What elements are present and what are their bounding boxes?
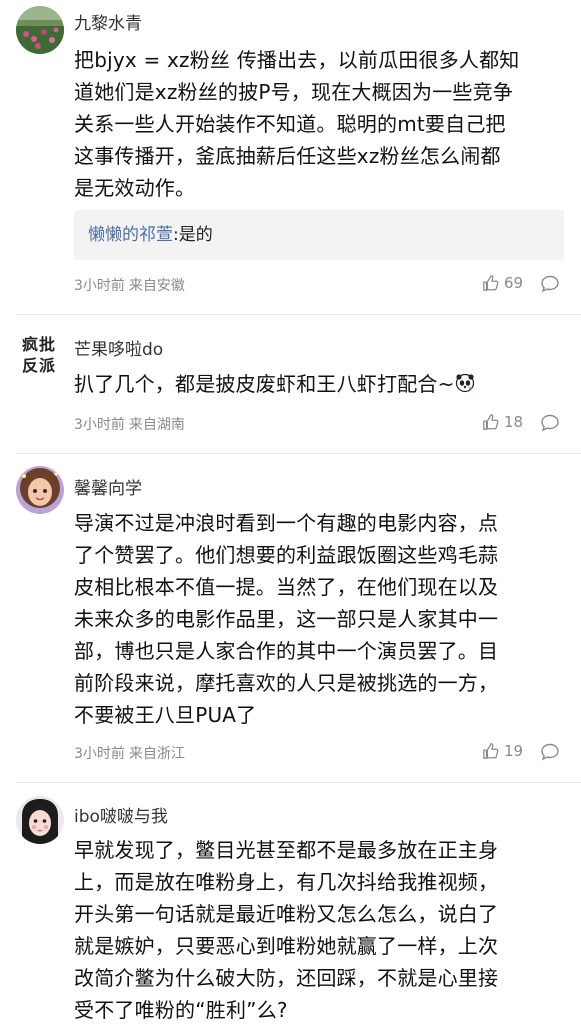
comment-bubble-icon[interactable] — [540, 274, 560, 294]
like-button[interactable]: 19 — [482, 742, 523, 760]
divider — [16, 314, 581, 315]
like-button[interactable]: 69 — [482, 274, 523, 292]
timestamp: 3小时前 — [74, 278, 125, 294]
reply-preview[interactable]: 懒懒的祁萱:是的 — [74, 210, 564, 260]
avatar-image — [16, 6, 64, 54]
username[interactable]: 芒果哆啦do — [74, 335, 163, 360]
comment-text: 把bjyx = xz粉丝 传播出去，以前瓜田很多人都知 道她们是xz粉丝的披P号… — [74, 48, 520, 200]
reply-author[interactable]: 懒懒的祁萱 — [88, 225, 173, 245]
location: 来自浙江 — [128, 746, 185, 762]
comment-bubble-icon[interactable] — [540, 413, 560, 433]
comment-text: 早就发现了，鳖目光甚至都不是最多放在正主身 上，而是放在唯粉身上，有几次抖给我推… — [74, 838, 499, 1022]
thumbs-up-icon — [483, 743, 499, 759]
like-count: 18 — [504, 413, 524, 431]
avatar[interactable] — [16, 796, 64, 844]
panda-emoji-icon — [455, 373, 474, 393]
location: 来自安徽 — [128, 278, 185, 294]
timestamp: 3小时前 — [74, 746, 125, 762]
avatar-image — [16, 796, 64, 844]
like-button[interactable]: 18 — [482, 413, 523, 431]
comment-text-content: 扒了几个，都是披皮废虾和王八虾打配合~ — [74, 372, 455, 396]
comment-text: 扒了几个，都是披皮废虾和王八虾打配合~ — [74, 368, 564, 400]
comment-meta: 3小时前 来自浙江 — [74, 743, 185, 763]
avatar[interactable] — [16, 6, 64, 54]
comment-meta: 3小时前 来自安徽 — [74, 275, 185, 295]
divider — [16, 782, 581, 783]
avatar[interactable] — [16, 466, 64, 514]
thumbs-up-icon — [483, 414, 499, 430]
reply-text: :是的 — [173, 225, 213, 245]
like-count: 69 — [504, 274, 524, 292]
comment-meta: 3小时前 来自湖南 — [74, 414, 185, 434]
avatar[interactable]: 疯批 反派 — [22, 334, 62, 376]
avatar-image — [16, 466, 64, 514]
username[interactable]: ibo啵啵与我 — [74, 802, 168, 827]
thumbs-up-icon — [483, 275, 499, 291]
location: 来自湖南 — [128, 417, 185, 433]
username[interactable]: 馨馨向学 — [74, 474, 142, 499]
timestamp: 3小时前 — [74, 417, 125, 433]
username[interactable]: 九黎水青 — [74, 9, 142, 34]
like-count: 19 — [504, 742, 524, 760]
divider — [16, 453, 581, 454]
comment-bubble-icon[interactable] — [540, 742, 560, 762]
comment-text: 导演不过是冲浪时看到一个有趣的电影内容，点 了个赞罢了。他们想要的利益跟饭圈这些… — [74, 511, 499, 727]
